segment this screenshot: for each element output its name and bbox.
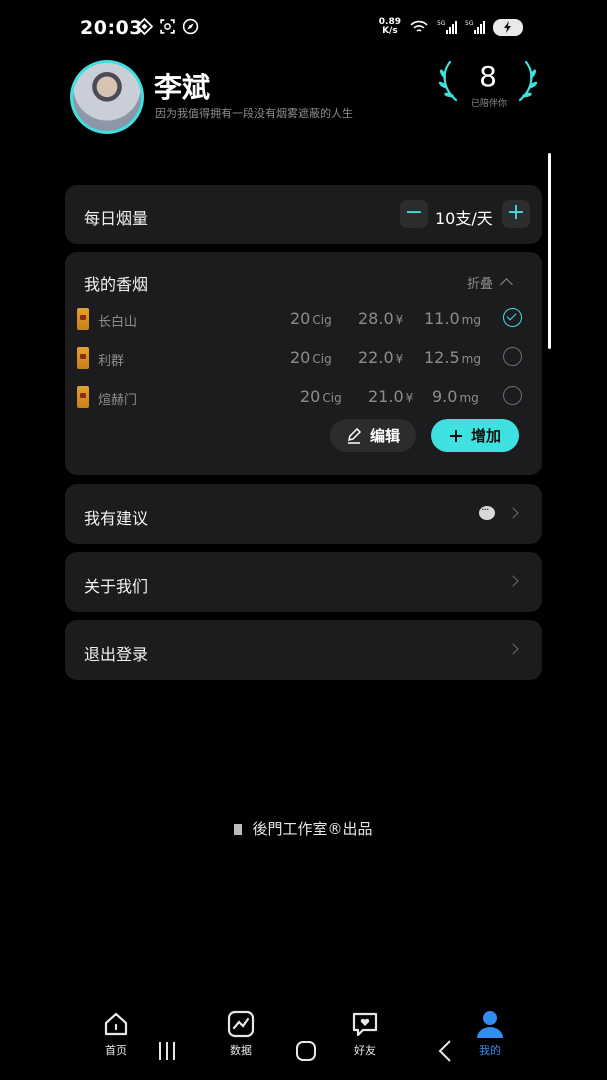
- status-bar: 20:03 0.89 K/s 5G 5G: [0, 0, 607, 58]
- pencil-icon: [347, 427, 362, 444]
- companion-days-label: 已陪伴你: [470, 99, 507, 109]
- daily-amount-card: 每日烟量 − 10支/天 +: [65, 185, 542, 244]
- status-right-icons: 0.89 K/s 5G 5G: [379, 18, 523, 36]
- cigarette-price: 21.0 ¥: [368, 387, 414, 406]
- cigarette-pack-icon: [77, 308, 89, 330]
- decrease-button[interactable]: −: [400, 200, 428, 228]
- back-system-button[interactable]: [434, 1040, 458, 1062]
- fold-toggle[interactable]: 折叠: [467, 273, 513, 292]
- heart-chat-icon: [352, 1012, 378, 1037]
- edit-button[interactable]: 编辑: [330, 419, 416, 452]
- chevron-right-icon: [507, 507, 519, 519]
- wifi-icon: [410, 20, 428, 32]
- cigarette-row[interactable]: 利群 20 Cig 22.0 ¥ 12.5 mg: [65, 345, 542, 373]
- select-radio[interactable]: [503, 386, 522, 405]
- cigarette-pack-icon: [77, 386, 89, 408]
- door-icon: [234, 824, 243, 835]
- about-label: 关于我们: [84, 577, 149, 596]
- status-left-icons: [136, 18, 199, 35]
- cigarette-row[interactable]: 煊赫门 20 Cig 21.0 ¥ 9.0 mg: [65, 384, 542, 412]
- user-bio: 因为我值得拥有一段没有烟雾遮蔽的人生: [155, 107, 353, 120]
- recent-apps-button[interactable]: [155, 1040, 179, 1062]
- status-time: 20:03: [80, 17, 143, 39]
- add-button[interactable]: 增加: [431, 419, 519, 452]
- chevron-right-icon: [507, 575, 519, 587]
- companion-days: 8: [479, 60, 497, 93]
- registered-mark: ®: [327, 820, 343, 838]
- chevron-right-icon: [507, 643, 519, 655]
- cigarette-brand: 利群: [98, 354, 125, 369]
- fold-label: 折叠: [467, 277, 494, 292]
- logout-label: 退出登录: [84, 645, 149, 664]
- increase-button[interactable]: +: [502, 200, 530, 228]
- chart-icon: [227, 1010, 255, 1038]
- cigarette-count: 20 Cig: [290, 348, 332, 367]
- home-icon: [104, 1012, 128, 1036]
- user-name: 李斌: [154, 71, 211, 104]
- nav-data[interactable]: 数据: [211, 1010, 271, 1058]
- avatar[interactable]: [70, 60, 144, 134]
- nav-home[interactable]: 首页: [86, 1010, 146, 1058]
- feedback-label: 我有建议: [84, 509, 149, 528]
- cigarette-row[interactable]: 长白山 20 Cig 28.0 ¥ 11.0 mg: [65, 306, 542, 334]
- app-notification-icon: [136, 18, 153, 35]
- studio-credit: 後門工作室®出品: [0, 818, 607, 839]
- select-radio-checked[interactable]: [503, 308, 522, 327]
- about-item[interactable]: 关于我们: [65, 552, 542, 612]
- my-cigarettes-title: 我的香烟: [84, 275, 149, 294]
- signal-icon-1: 5G: [437, 20, 457, 34]
- scrollbar[interactable]: [548, 153, 551, 349]
- chevron-up-icon: [500, 278, 513, 291]
- chat-bubble-icon: [479, 503, 495, 520]
- cigarette-count: 20 Cig: [290, 309, 332, 328]
- edit-label: 编辑: [369, 427, 400, 445]
- svg-text:5G: 5G: [465, 20, 474, 27]
- cigarette-tar: 12.5 mg: [424, 348, 481, 367]
- svg-text:5G: 5G: [437, 20, 446, 27]
- logout-item[interactable]: 退出登录: [65, 620, 542, 680]
- network-speed: 0.89 K/s: [378, 17, 401, 36]
- cigarette-count: 20 Cig: [300, 387, 342, 406]
- battery-icon: [493, 18, 523, 36]
- cigarette-pack-icon: [77, 347, 89, 369]
- cigarette-brand: 煊赫门: [98, 393, 138, 408]
- charging-bolt-icon: [504, 21, 511, 33]
- scan-icon: [160, 19, 175, 34]
- avatar-photo: [73, 63, 141, 131]
- signal-icon-2: 5G: [465, 20, 485, 34]
- daily-amount-title: 每日烟量: [84, 209, 149, 228]
- my-cigarettes-card: 我的香烟 折叠 长白山 20 Cig 28.0 ¥ 11.0 mg 利群 20 Cig …: [65, 252, 542, 475]
- nav-friends[interactable]: 好友: [335, 1010, 395, 1058]
- user-icon: [477, 1011, 503, 1038]
- cigarette-price: 28.0 ¥: [358, 309, 404, 328]
- add-label: 增加: [470, 427, 501, 445]
- select-radio[interactable]: [503, 347, 522, 366]
- cigarette-tar: 11.0 mg: [424, 309, 481, 328]
- cigarette-brand: 长白山: [98, 315, 138, 330]
- rocket-icon: [182, 18, 199, 35]
- nav-mine[interactable]: 我的: [460, 1010, 520, 1058]
- plus-icon: [449, 429, 462, 442]
- cigarette-price: 22.0 ¥: [358, 348, 404, 367]
- cigarette-tar: 9.0 mg: [432, 387, 479, 406]
- daily-amount-value: 10支/天: [435, 209, 493, 228]
- feedback-item[interactable]: 我有建议: [65, 484, 542, 544]
- home-system-button[interactable]: [294, 1040, 318, 1062]
